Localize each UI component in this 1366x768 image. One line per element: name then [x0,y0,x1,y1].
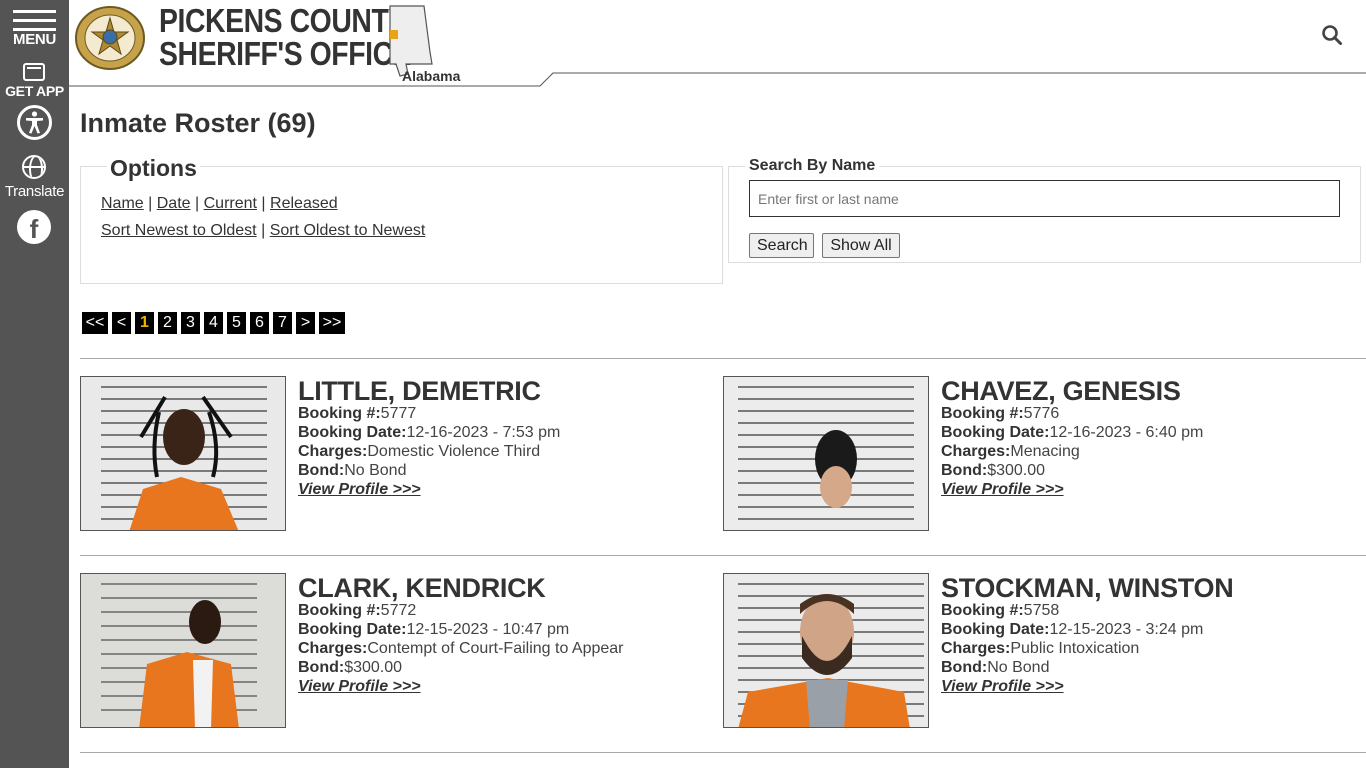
inmate-name: CHAVEZ, GENESIS [941,376,1181,406]
next-page-button[interactable]: > [296,312,315,334]
get-app-label: GET APP [5,83,64,99]
get-app-button[interactable]: GET APP [0,61,69,101]
translate-label: Translate [4,183,65,200]
accessibility-button[interactable] [0,105,69,143]
view-profile-link[interactable]: View Profile >>> [941,678,1064,696]
filter-date-link[interactable]: Date [157,195,191,212]
separator: | [261,195,266,212]
page-7-button[interactable]: 7 [273,312,292,334]
page-1-button[interactable]: 1 [135,312,154,334]
inmate-name: STOCKMAN, WINSTON [941,573,1234,603]
booking-number: Booking #:5758 [941,602,1060,619]
filter-links: Name | Date | Current | Released [101,195,338,213]
mugshot-photo[interactable] [723,376,929,531]
phone-icon [23,63,45,81]
menu-label: MENU [13,31,56,48]
charges: Charges:Public Intoxication [941,640,1140,657]
sort-links: Sort Newest to Oldest | Sort Oldest to N… [101,222,425,240]
inmate-name: CLARK, KENDRICK [298,573,546,603]
page-4-button[interactable]: 4 [204,312,223,334]
booking-date: Booking Date:12-15-2023 - 10:47 pm [298,621,570,638]
filter-name-link[interactable]: Name [101,195,144,212]
view-profile-link[interactable]: View Profile >>> [941,481,1064,499]
translate-button[interactable]: Translate [0,155,69,200]
mugshot-photo[interactable] [80,376,286,531]
search-button[interactable]: Search [749,233,814,258]
view-profile-link[interactable]: View Profile >>> [298,678,421,696]
menu-button[interactable]: MENU [0,0,69,52]
booking-number: Booking #:5772 [298,602,417,619]
show-all-button[interactable]: Show All [822,233,900,258]
left-sidebar: MENU GET APP Translate f [0,0,69,768]
prev-page-button[interactable]: < [112,312,131,334]
separator: | [148,195,153,212]
search-icon[interactable] [1321,24,1343,46]
booking-number: Booking #:5777 [298,405,417,422]
accessibility-icon [17,105,52,140]
mugshot-photo[interactable] [723,573,929,728]
booking-date: Booking Date:12-15-2023 - 3:24 pm [941,621,1204,638]
separator: | [261,222,266,239]
charges: Charges:Contempt of Court-Failing to App… [298,640,624,657]
inmate-card: LITTLE, DEMETRIC Booking #:5777 Booking … [80,376,720,532]
sort-newest-link[interactable]: Sort Newest to Oldest [101,222,257,239]
sort-oldest-link[interactable]: Sort Oldest to Newest [270,222,426,239]
first-page-button[interactable]: << [82,312,108,334]
charges: Charges:Menacing [941,443,1080,460]
row-divider [80,358,1366,359]
filter-current-link[interactable]: Current [204,195,257,212]
charges: Charges:Domestic Violence Third [298,443,541,460]
site-title-line1: PICKENS COUNTY [159,2,407,39]
name-search-input[interactable] [749,180,1340,217]
booking-date: Booking Date:12-16-2023 - 7:53 pm [298,424,561,441]
inmate-card: STOCKMAN, WINSTON Booking #:5758 Booking… [723,573,1363,729]
view-profile-link[interactable]: View Profile >>> [298,481,421,499]
inmate-name: LITTLE, DEMETRIC [298,376,541,406]
row-divider [80,752,1366,753]
site-title-line2: SHERIFF'S OFFICE [159,35,412,72]
last-page-button[interactable]: >> [319,312,345,334]
page-5-button[interactable]: 5 [227,312,246,334]
state-label: Alabama [402,68,461,84]
bond: Bond:No Bond [941,659,1050,676]
row-divider [80,555,1366,556]
filter-released-link[interactable]: Released [270,195,338,212]
booking-date: Booking Date:12-16-2023 - 6:40 pm [941,424,1204,441]
page-3-button[interactable]: 3 [181,312,200,334]
search-legend: Search By Name [745,157,880,175]
facebook-icon: f [17,210,51,244]
page-6-button[interactable]: 6 [250,312,269,334]
facebook-link[interactable]: f [0,210,69,244]
page-title: Inmate Roster (69) [80,108,316,138]
site-title[interactable]: PICKENS COUNTY SHERIFF'S OFFICE [159,2,412,72]
sheriff-badge-logo[interactable] [74,6,146,70]
bond: Bond:No Bond [298,462,407,479]
inmate-card: CLARK, KENDRICK Booking #:5772 Booking D… [80,573,720,729]
separator: | [195,195,200,212]
bond: Bond:$300.00 [941,462,1046,479]
inmate-card: CHAVEZ, GENESIS Booking #:5776 Booking D… [723,376,1363,532]
globe-icon [22,155,46,179]
booking-number: Booking #:5776 [941,405,1060,422]
page-2-button[interactable]: 2 [158,312,177,334]
bond: Bond:$300.00 [298,659,403,676]
options-legend: Options [107,155,200,182]
mugshot-photo[interactable] [80,573,286,728]
